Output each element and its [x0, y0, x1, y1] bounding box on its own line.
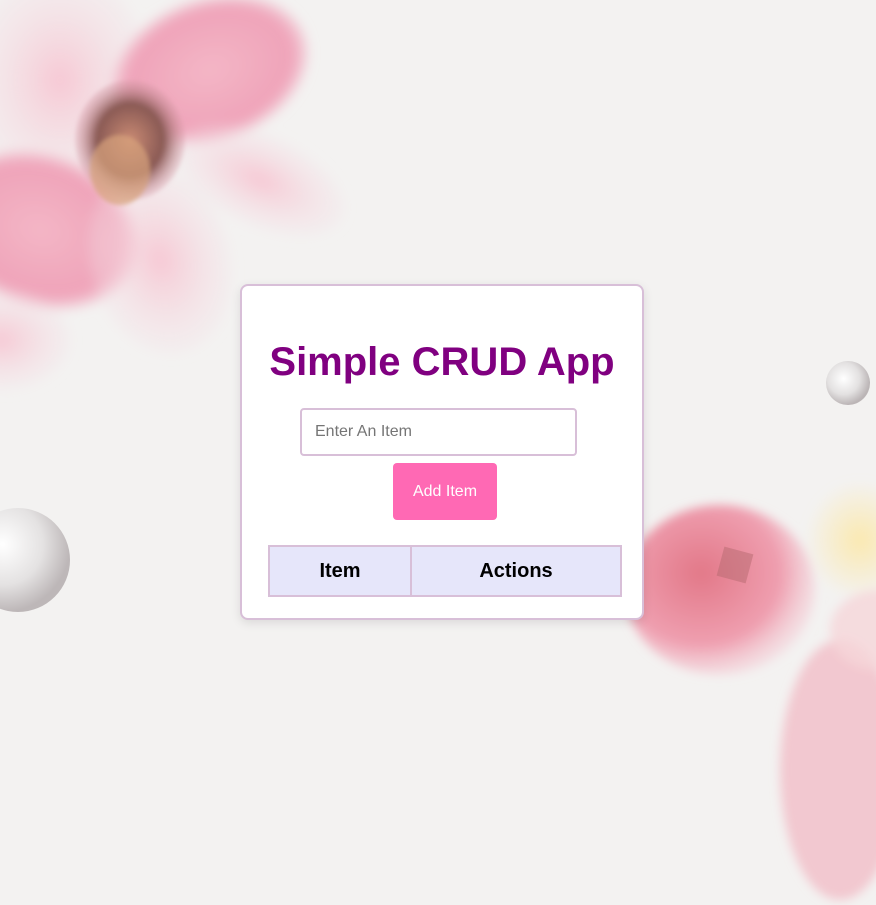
pearl-decoration-left	[0, 502, 72, 618]
item-input[interactable]	[300, 408, 577, 456]
table-header-row: Item Actions	[268, 545, 622, 597]
app-title: Simple CRUD App	[269, 340, 615, 384]
items-table: Item Actions	[268, 545, 622, 597]
pearl-decoration-right	[822, 358, 876, 408]
column-header-item: Item	[268, 545, 412, 597]
crud-app-card: Simple CRUD App Add Item Item Actions	[240, 284, 644, 620]
flower-decoration-bottom-right	[610, 470, 876, 905]
add-item-button[interactable]: Add Item	[393, 463, 497, 520]
column-header-actions: Actions	[410, 545, 622, 597]
